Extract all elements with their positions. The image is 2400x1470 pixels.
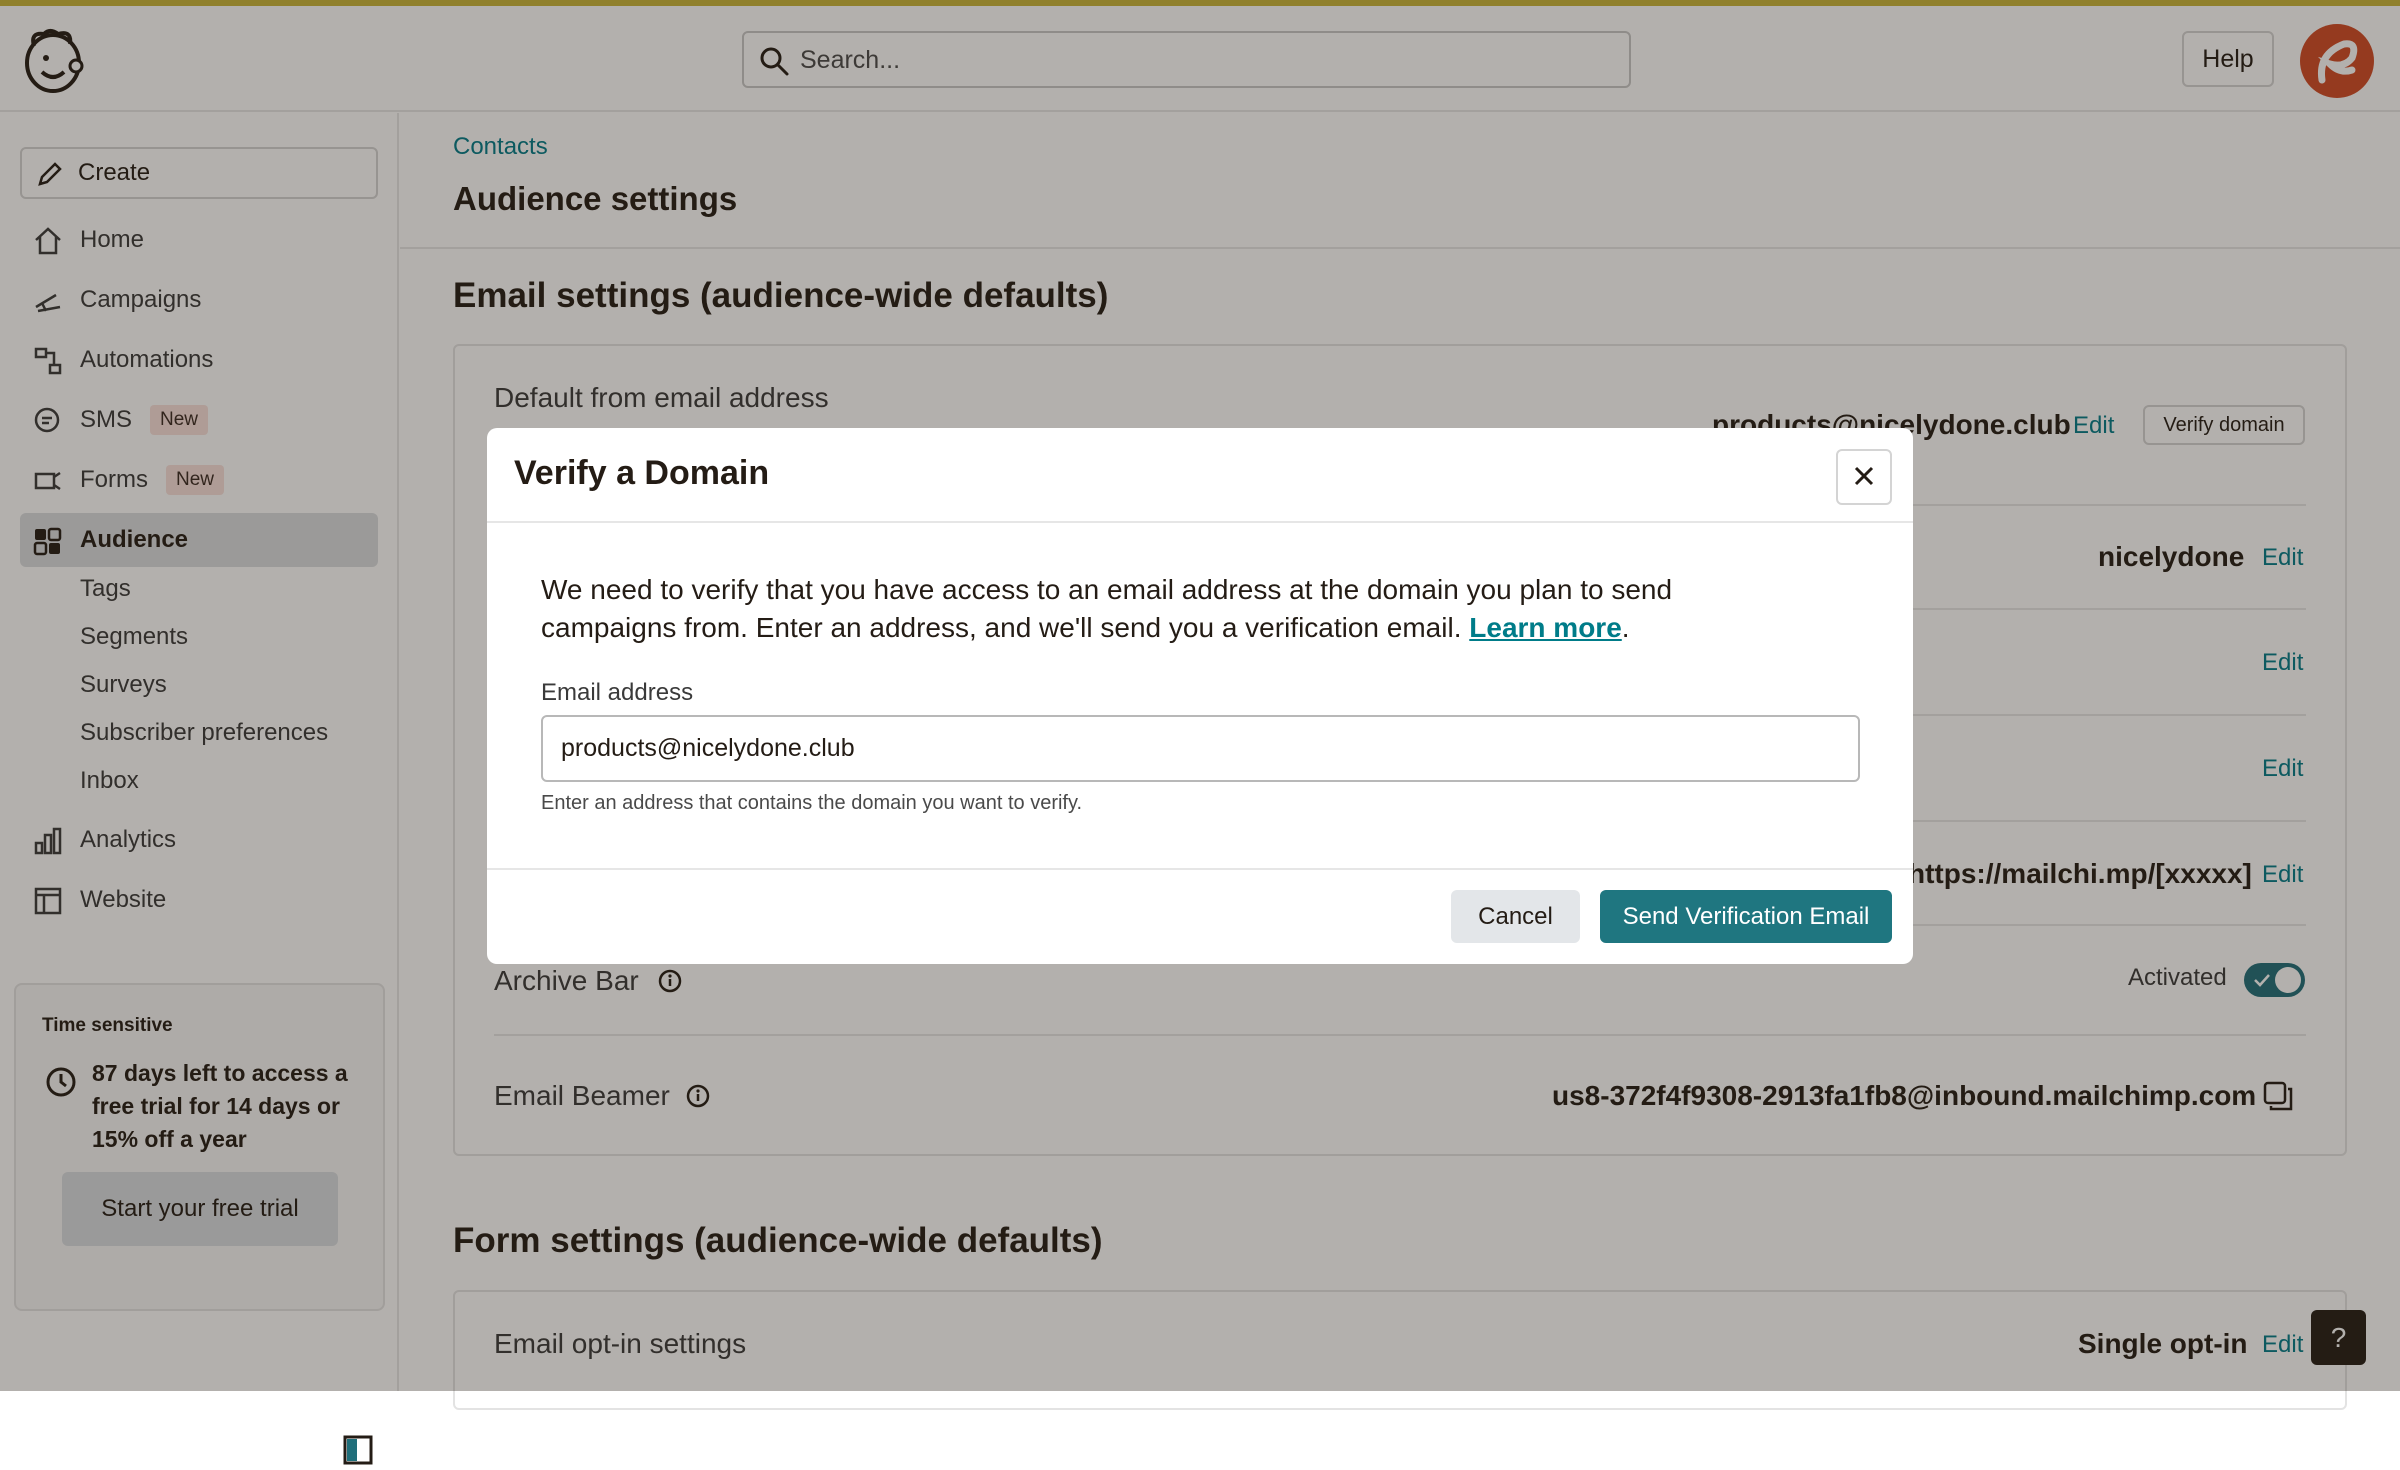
email-field[interactable] <box>541 715 1860 782</box>
email-field-label: Email address <box>541 679 694 706</box>
modal-description: We need to verify that you have access t… <box>541 574 1673 643</box>
close-icon <box>1852 464 1876 491</box>
email-field-help: Enter an address that contains the domai… <box>541 792 1083 814</box>
collapse-sidebar-icon[interactable] <box>343 1435 373 1465</box>
send-verification-button[interactable]: Send Verification Email <box>1600 890 1892 943</box>
divider <box>487 868 1913 870</box>
close-button[interactable] <box>1836 449 1892 505</box>
divider <box>487 521 1913 523</box>
cancel-button[interactable]: Cancel <box>1451 890 1580 943</box>
modal-title: Verify a Domain <box>514 454 770 492</box>
learn-more-link[interactable]: Learn more <box>1469 612 1622 643</box>
verify-domain-modal: Verify a Domain We need to verify that y… <box>487 428 1913 964</box>
